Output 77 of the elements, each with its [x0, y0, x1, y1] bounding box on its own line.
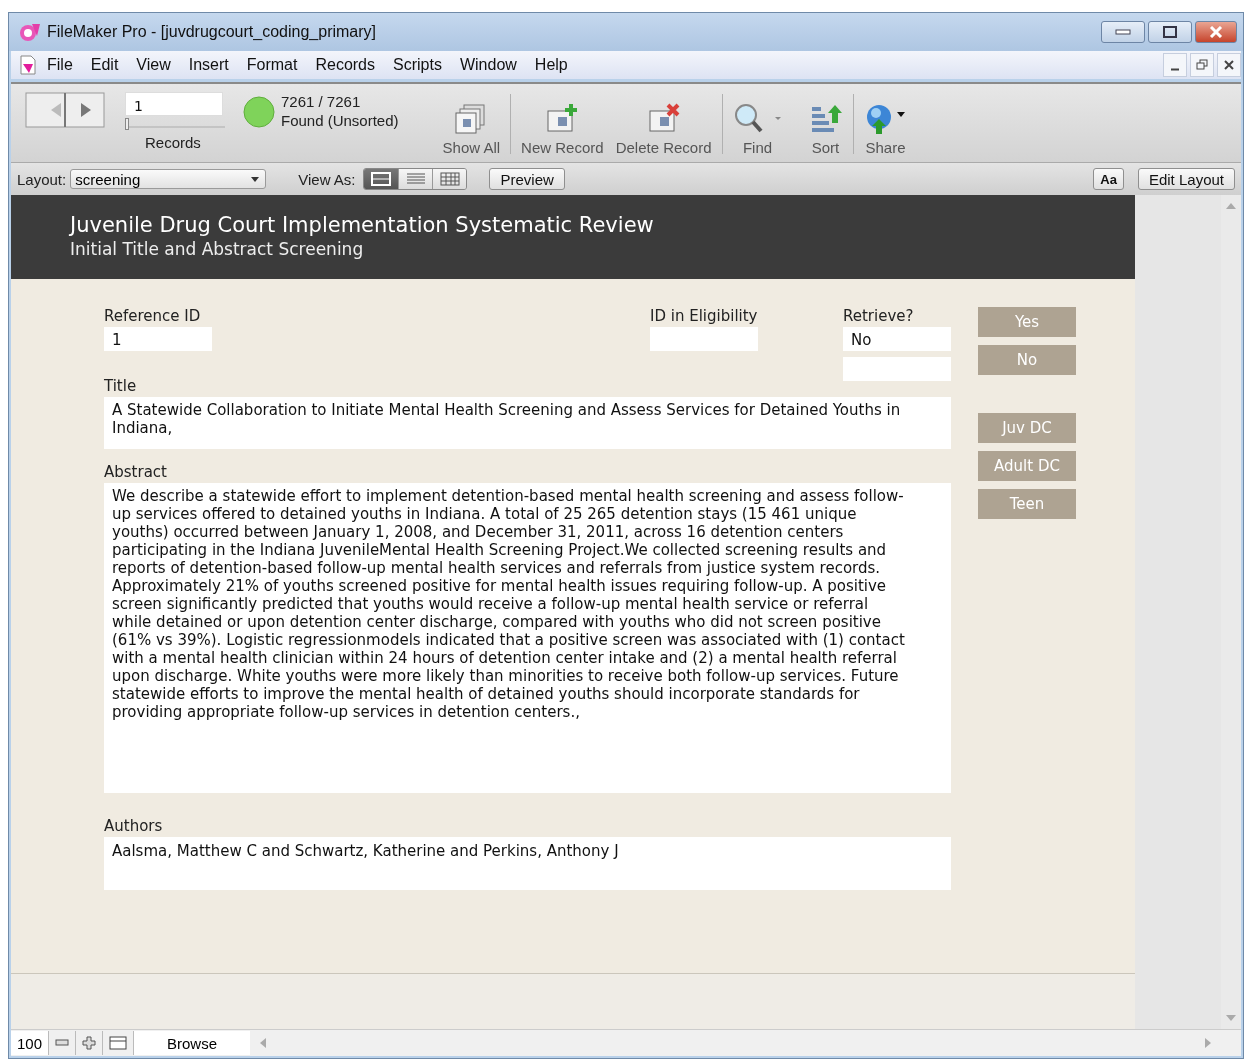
find-button[interactable]: Find	[726, 84, 789, 162]
window-icon	[109, 1036, 128, 1050]
toolbar-button[interactable]: Share	[857, 84, 914, 162]
toolbar-button[interactable]: Sort	[802, 84, 849, 162]
delete-card-icon	[646, 103, 681, 135]
reference-id-field[interactable]: 1	[104, 326, 212, 351]
found-status: Found (Unsorted)	[281, 112, 399, 129]
minimize-icon	[1170, 67, 1180, 71]
view-button[interactable]	[432, 169, 467, 189]
abstract-field[interactable]: We describe a statewide effort to implement detention-based mental health screening and assess follow-up services offered to detained youths in Indiana. A total of 25 265 detention stays (15 461 unique youths) occurred between January 1, 2008, and December 31, 2011, across 16 detention centers participating in the Indiana JuvenileMental Health Screening Project.We collected screening results and reports of detention-based follow-up mental health services and referrals from justice system records. Approximately 21% of youths screened positive for mental health issues requiring follow-up. A positive screen significantly predicted that youths would receive a follow-up mental health service or referral while detained or upon detention center discharge, compared with youths who did not screen positive (61% vs 39%). Logistic regressionmodels indicated that a positive screen was associated with (1) contact with a mental health clinician within 24 hours of detention center intake and (2) a mental health referral upon discharge. White youths were more likely than minorities to receive both follow-up services. Future statewide efforts to improve the mental health of detained youths should incorporate standards for providing appropriate follow-up services in detention centers.,	[104, 482, 951, 793]
toolbar-button[interactable]: Delete Record	[609, 84, 718, 162]
menu-item[interactable]: File	[47, 56, 73, 74]
menu-item[interactable]: Records	[315, 56, 375, 74]
view-as-label: View As:	[298, 170, 356, 188]
maximize-button[interactable]	[1148, 21, 1192, 43]
font-size-button[interactable]: Aa	[1093, 168, 1124, 190]
records-label: Records	[145, 134, 202, 151]
minimize-icon	[1115, 29, 1131, 35]
authors-field[interactable]: Aalsma, Matthew C and Schwartz, Katherine and Perkins, Anthony J	[104, 836, 951, 890]
caret-icon	[251, 176, 260, 182]
search-icon	[732, 103, 783, 135]
document-icon	[19, 55, 37, 75]
toolbar-button[interactable]: New Record	[515, 84, 610, 162]
app-logo-icon	[19, 22, 41, 42]
close-button[interactable]	[1217, 53, 1241, 77]
scroll-down-icon[interactable]	[1226, 1015, 1236, 1021]
menu-item[interactable]: Format	[246, 56, 298, 74]
field-label: Retrieve?	[843, 306, 914, 325]
view-button[interactable]	[364, 169, 399, 189]
close-button[interactable]	[1195, 21, 1237, 43]
table-view-icon	[440, 172, 460, 186]
minus-icon	[55, 1039, 70, 1047]
layout-label: Layout:	[17, 170, 67, 188]
preview-button[interactable]: Preview	[489, 168, 565, 190]
maximize-icon	[1163, 26, 1177, 38]
scroll-left-icon[interactable]	[260, 1038, 267, 1048]
scroll-up-icon[interactable]	[1226, 203, 1236, 209]
field-label: Title	[104, 376, 137, 395]
restore-icon	[1196, 59, 1208, 71]
scroll-right-icon[interactable]	[1205, 1038, 1211, 1048]
close-icon	[1224, 60, 1234, 70]
edit-layout-button[interactable]: Edit Layout	[1137, 168, 1235, 190]
retrieve-extra-field[interactable]	[843, 356, 951, 381]
plus-icon	[82, 1036, 97, 1050]
menu-item[interactable]: Insert	[188, 56, 229, 74]
menu-item[interactable]: View	[136, 56, 171, 74]
menu-item[interactable]: Edit	[90, 56, 119, 74]
mode-indicator: Browse	[134, 1031, 251, 1055]
menu-item[interactable]: Scripts	[393, 56, 442, 74]
zoom-level[interactable]: 100	[11, 1031, 50, 1055]
form-view-icon	[371, 172, 392, 186]
menu-item[interactable]: Window	[459, 56, 517, 74]
title-field[interactable]: A Statewide Collaboration to Initiate Mental Health Screening and Assess Services for Detained Youths in Indiana,	[104, 396, 951, 449]
list-view-icon	[406, 172, 426, 186]
slider-thumb[interactable]	[125, 118, 129, 130]
field-label: ID in Eligibility	[650, 306, 758, 325]
found-count: 7261 / 7261	[281, 93, 362, 110]
field-label: Reference ID	[104, 306, 201, 325]
record-number-field[interactable]: 1	[125, 92, 223, 116]
page-subtitle: Initial Title and Abstract Screening	[70, 239, 365, 259]
minimize-button[interactable]	[1163, 53, 1187, 77]
field-label: Authors	[104, 816, 163, 835]
field-label: Abstract	[104, 462, 167, 481]
vertical-scrollbar[interactable]	[1221, 195, 1241, 1029]
eligibility-id-field[interactable]	[650, 326, 758, 351]
record-navigation-icon[interactable]	[25, 92, 107, 130]
retrieve-field[interactable]: No	[843, 326, 951, 351]
menu-item[interactable]: Help	[534, 56, 568, 74]
toolbar-button[interactable]: Show All	[436, 84, 507, 162]
status-light-icon	[243, 96, 275, 128]
add-card-icon	[545, 103, 580, 135]
close-icon	[1209, 26, 1223, 38]
layout-dropdown[interactable]: screening	[70, 169, 267, 189]
window-title: FileMaker Pro - [juvdrugcourt_coding_primary]	[47, 23, 377, 41]
record-slider[interactable]	[125, 116, 225, 128]
page-title: Juvenile Drug Court Implementation Systematic Review	[70, 213, 655, 237]
minimize-button[interactable]	[1101, 21, 1145, 43]
